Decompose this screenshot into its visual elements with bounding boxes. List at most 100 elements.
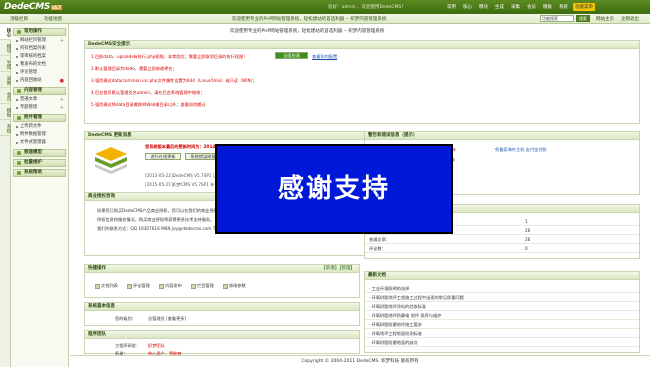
- logout-link[interactable]: 注销退出: [621, 16, 639, 22]
- settings-icon: [223, 283, 228, 289]
- search-button[interactable]: 搜索: [576, 15, 590, 22]
- column-icon: [191, 283, 196, 289]
- quick-item[interactable]: 栏目管理: [191, 283, 214, 289]
- welcome-text: 您好：admin ，欢迎使用DedeCMS！: [328, 5, 406, 10]
- doc-item[interactable]: · 环氧树脂耐磨地面的缺点: [365, 338, 639, 347]
- menu-item[interactable]: 内容回收站 ●: [13, 77, 66, 85]
- ad-link-2[interactable]: 免备案海外主机 支付宝付款: [495, 147, 547, 153]
- security-line-1: 1.目前data、uploads有执行.php权限，非常危险，需要立即取消目录的…: [91, 54, 248, 59]
- sysinfo-label: 您的级别：: [115, 316, 136, 321]
- strip-template[interactable]: 模板: [0, 104, 11, 120]
- security-line-5: 5.强烈建议将data目录搬移到Web根目录以外；查看如何搬迁: [91, 102, 206, 107]
- latest-docs-box: 最新文档 · 工业环境照明的选择 · 环氧树脂地坪工程施工过程中出现的常见质量问…: [364, 271, 640, 353]
- sysinfo-title: 系统基本信息: [85, 303, 359, 311]
- nav-collect[interactable]: 采集: [509, 3, 522, 11]
- security-line-3: 3.强烈建议data/common.inc.php文件属性设置为644（Linu…: [91, 78, 257, 83]
- menu-header-channel[interactable]: 频道模型: [13, 149, 66, 157]
- business-line-2: 授权信息和服务情况，购买商业授权将获得更多技术支持服务。: [97, 217, 215, 222]
- menu-item[interactable]: 等审核的档案: [13, 53, 66, 61]
- strip-generate[interactable]: 生成: [0, 56, 11, 72]
- sysinfo-box: 系统基本信息 您的级别： 总管理员 [查看更多]: [84, 302, 360, 326]
- menu-item[interactable]: 专题管理 +: [13, 104, 66, 112]
- menu-item[interactable]: 普通文章 +: [13, 96, 66, 104]
- business-line-3: 我们的联系方式：QQ 16307616 MSN joy@dedecms.com …: [97, 226, 221, 231]
- team-box: 程序团队 主程序研发： 织梦团队 鸣谢： 热心用户、赞助商: [84, 330, 360, 356]
- breadcrumb: 欢迎使用专业的PHP网站管理系统，轻松建站的首选利器 -- 织梦内容管理系统: [230, 29, 385, 34]
- doc-item[interactable]: · 环氧树脂地坪工程施工过程中出现的常见质量问题: [365, 293, 639, 302]
- nav-system[interactable]: 系统: [557, 3, 570, 11]
- security-line-2: 2.默认管理目录为dede，需要立即修改更名；: [91, 66, 177, 71]
- stats-row: 普通文章： 26: [365, 235, 639, 244]
- menu-header-batch[interactable]: 批量维护: [13, 159, 66, 167]
- strip-member[interactable]: 会员: [0, 88, 11, 104]
- quick-links[interactable]: 【新增】【管理】: [321, 265, 355, 272]
- left-menu: 常用操作 网站栏目管理 + 所有档案列表 等审核的档案 我发布的文档 评论管理 内…: [11, 24, 69, 367]
- function-map-link[interactable]: 功能地图: [44, 16, 62, 22]
- config-link[interactable]: 查看如何配置: [312, 54, 337, 60]
- quick-item[interactable]: 修改参数: [223, 283, 246, 289]
- nav-common[interactable]: 常用: [445, 3, 458, 11]
- warning-title: 警告和错误信息（提示）: [365, 132, 639, 140]
- quick-item[interactable]: 内容发布: [159, 283, 182, 289]
- top-column-link[interactable]: 顶级栏目: [10, 16, 28, 22]
- recycle-icon: ●: [59, 78, 64, 84]
- menu-item[interactable]: 附件数据管理: [13, 131, 66, 139]
- doc-item[interactable]: · 环氧树脂地坪涂料的验收标准: [365, 302, 639, 311]
- team-title: 程序团队: [85, 331, 359, 339]
- publish-icon: [159, 283, 164, 289]
- sysinfo-value[interactable]: 总管理员 [查看更多]: [148, 316, 186, 322]
- menu-item[interactable]: 上传新文件: [13, 123, 66, 131]
- menu-header-help[interactable]: 系统帮助: [13, 169, 66, 177]
- strip-collect[interactable]: 采集: [0, 72, 11, 88]
- plus-icon: +: [59, 38, 64, 44]
- nav-template[interactable]: 模板: [541, 3, 554, 11]
- team-value-1[interactable]: 织梦团队: [148, 343, 165, 349]
- strip-system[interactable]: 系统: [0, 120, 11, 136]
- doc-item[interactable]: · 环氧地坪工程地面检测标准: [365, 329, 639, 338]
- nav-module[interactable]: 模块: [477, 3, 490, 11]
- latest-docs-title: 最新文档: [365, 272, 639, 280]
- security-box: DedeCMS安全提示 1.目前data、uploads有执行.php权限，非常…: [84, 40, 640, 124]
- menu-header-attachment[interactable]: 附件管理: [13, 114, 66, 122]
- notice-text: 欢迎使用专业的PHP网站管理系统，轻松建站的首选利器 -- 织梦内容管理系统: [232, 17, 387, 22]
- quick-item[interactable]: 文档列表: [95, 283, 118, 289]
- comment-icon: [127, 283, 132, 289]
- quick-title: 快捷操作 【新增】【管理】: [85, 265, 359, 273]
- menu-header-content[interactable]: 内容管理: [13, 87, 66, 95]
- security-line-4: 4.后台首页默认管理员名admin，请在后台系统管理中修改；: [91, 90, 205, 95]
- menu-header-common[interactable]: 常用操作: [13, 28, 66, 36]
- thanks-banner: 感谢支持: [215, 144, 453, 234]
- doc-item[interactable]: · 环氧树脂耐磨地坪施工要求: [365, 320, 639, 329]
- footer: Copyright © 2004-2011 DedeCMS. 织梦科技 版权所有: [70, 355, 650, 367]
- plus-icon: +: [59, 97, 64, 103]
- team-label-1: 主程序研发：: [115, 343, 141, 348]
- top-nav: 常用 核心 模块 生成 采集 会员 模板 系统 功能菜单: [445, 3, 595, 11]
- full-check-button[interactable]: 全面检测: [275, 52, 308, 59]
- nav-function-menu[interactable]: 功能菜单: [573, 3, 595, 11]
- menu-item[interactable]: 文件式管理器: [13, 139, 66, 147]
- home-link[interactable]: 网站主页: [596, 16, 614, 22]
- logo[interactable]: DedeCMS v5.7: [4, 2, 62, 12]
- strip-module[interactable]: 模块: [0, 40, 11, 56]
- menu-item[interactable]: 评论管理: [13, 69, 66, 77]
- menu-item[interactable]: 网站栏目管理 +: [13, 37, 66, 45]
- doc-icon: [95, 283, 100, 289]
- nav-core[interactable]: 核心: [461, 3, 474, 11]
- left-category-strip: 核心 模块 生成 采集 会员 模板 系统: [0, 24, 11, 367]
- nav-member[interactable]: 会员: [525, 3, 538, 11]
- update-title: DedeCMS 更新消息: [85, 132, 369, 140]
- strip-core[interactable]: 核心: [0, 24, 11, 40]
- doc-item[interactable]: · 环氧树脂地坪防静电 地坪 保养与维护: [365, 311, 639, 320]
- doc-item[interactable]: · 工业环境照明的选择: [365, 284, 639, 293]
- online-update-button[interactable]: 进行在线更新: [145, 153, 181, 160]
- quick-box: 快捷操作 【新增】【管理】 文档列表 评论管理 内容发布 栏目管理 修改参数: [84, 264, 360, 298]
- sub-bar: 顶级栏目 功能地图 欢迎使用专业的PHP网站管理系统，轻松建站的首选利器 -- …: [0, 14, 650, 24]
- top-header: DedeCMS v5.7 您好：admin ，欢迎使用DedeCMS！ 常用 核心…: [0, 0, 650, 14]
- quick-item[interactable]: 评论管理: [127, 283, 150, 289]
- plus-icon: +: [59, 105, 64, 111]
- nav-generate[interactable]: 生成: [493, 3, 506, 11]
- search-input[interactable]: 功能搜索: [540, 15, 574, 22]
- menu-item[interactable]: 所有档案列表: [13, 45, 66, 53]
- menu-item[interactable]: 我发布的文档: [13, 61, 66, 69]
- security-title: DedeCMS安全提示: [85, 41, 639, 49]
